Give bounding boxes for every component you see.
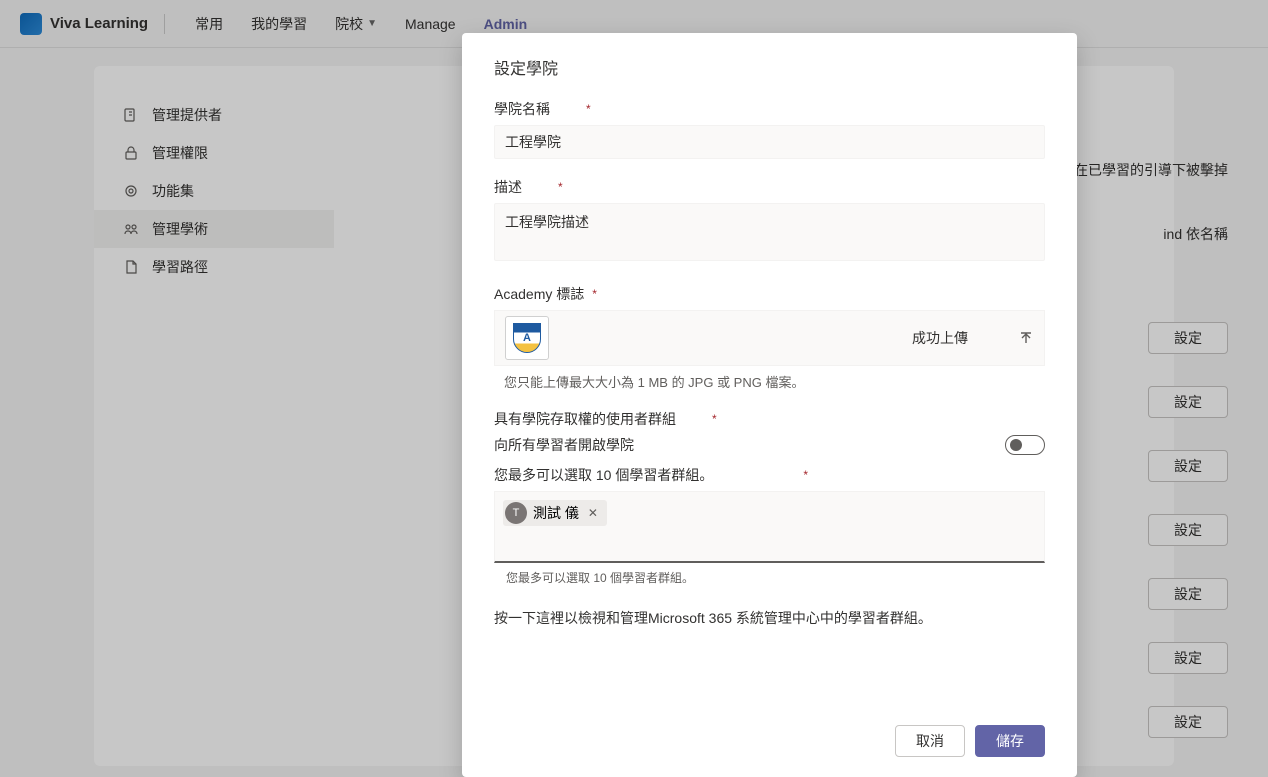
required-asterisk: *: [803, 468, 808, 482]
required-asterisk: *: [592, 287, 597, 301]
required-asterisk: *: [712, 412, 717, 426]
shield-icon: [513, 323, 541, 353]
toggle-label: 向所有學習者開啟學院: [494, 435, 634, 455]
upload-status: 成功上傳: [912, 328, 968, 348]
toggle-row: 向所有學習者開啟學院: [494, 435, 1045, 455]
chip-remove-icon[interactable]: ✕: [585, 505, 601, 521]
cancel-button[interactable]: 取消: [895, 725, 965, 757]
chip-avatar: T: [505, 502, 527, 524]
logo-label: Academy 標誌 *: [494, 284, 1045, 304]
name-input[interactable]: [494, 125, 1045, 159]
desc-input[interactable]: [494, 203, 1045, 261]
logo-preview: [505, 316, 549, 360]
groups-hint: 您最多可以選取 10 個學習者群組。: [494, 569, 1045, 586]
toggle-knob: [1010, 439, 1022, 451]
modal-title: 設定學院: [494, 55, 1045, 79]
academy-modal: 設定學院 學院名稱 * 描述 * Academy 標誌 * 成功上傳 您只能上傳最大大…: [462, 33, 1077, 777]
logo-group: Academy 標誌 * 成功上傳 您只能上傳最大大小為 1 MB 的 JPG 或…: [494, 284, 1045, 391]
desc-label: 描述 *: [494, 177, 1045, 197]
groups-group: 具有學院存取權的使用者群組 * 向所有學習者開啟學院 您最多可以選取 10 個學習…: [494, 409, 1045, 586]
name-group: 學院名稱 *: [494, 99, 1045, 159]
group-picker[interactable]: T 測試 儀 ✕: [494, 491, 1045, 563]
groups-label: 具有學院存取權的使用者群組 *: [494, 409, 1045, 429]
save-button[interactable]: 儲存: [975, 725, 1045, 757]
admin-center-link[interactable]: 按一下這裡以檢視和管理Microsoft 365 系統管理中心中的學習者群組。: [494, 608, 1045, 628]
desc-label-text: 描述: [494, 179, 522, 195]
upload-helper: 您只能上傳最大大小為 1 MB 的 JPG 或 PNG 檔案。: [494, 372, 1045, 391]
required-asterisk: *: [558, 180, 563, 194]
groups-sublabel-text: 您最多可以選取 10 個學習者群組。: [494, 467, 713, 483]
logo-row: 成功上傳: [494, 310, 1045, 366]
name-label: 學院名稱 *: [494, 99, 1045, 119]
desc-group: 描述 *: [494, 177, 1045, 266]
name-label-text: 學院名稱: [494, 101, 550, 117]
required-asterisk: *: [586, 102, 591, 116]
modal-footer: 取消 儲存: [494, 707, 1045, 757]
groups-sublabel: 您最多可以選取 10 個學習者群組。 *: [494, 465, 1045, 485]
upload-icon[interactable]: [1018, 330, 1034, 346]
logo-label-text: Academy 標誌: [494, 286, 584, 302]
chip-label: 測試 儀: [533, 503, 579, 523]
open-to-all-toggle[interactable]: [1005, 435, 1045, 455]
groups-label-text: 具有學院存取權的使用者群組: [494, 411, 676, 427]
group-chip: T 測試 儀 ✕: [503, 500, 607, 526]
